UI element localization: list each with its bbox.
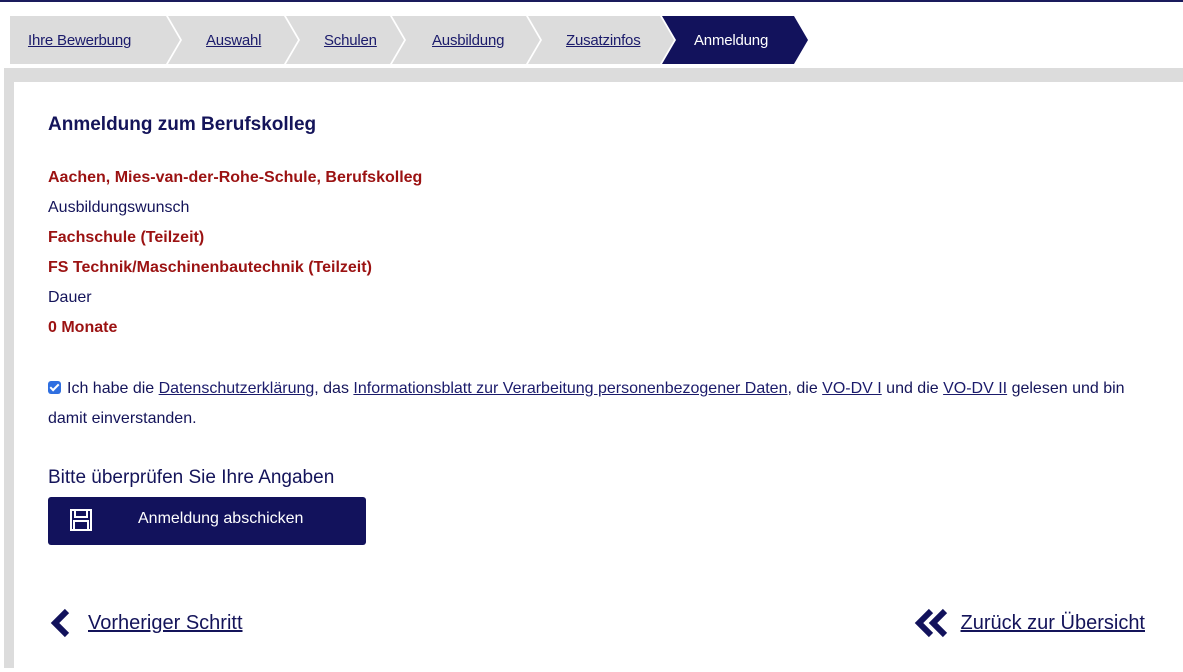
double-chevron-left-icon: [914, 608, 947, 638]
vo-dv-1-link[interactable]: VO-DV I: [822, 380, 882, 397]
consent-text-2: , das: [314, 380, 354, 397]
step-anmeldung-current: Anmeldung: [662, 16, 808, 64]
step-zusatzinfos[interactable]: Zusatzinfos: [528, 16, 674, 64]
info-sheet-link[interactable]: Informationsblatt zur Verarbeitung perso…: [353, 380, 787, 397]
top-border: [0, 0, 1183, 2]
registration-summary: Aachen, Mies-van-der-Rohe-Schule, Berufs…: [48, 163, 422, 343]
step-link-schulen[interactable]: Schulen: [324, 32, 377, 49]
step-link-ihre-bewerbung[interactable]: Ihre Bewerbung: [28, 32, 131, 49]
consent-text-1: Ich habe die: [67, 380, 159, 397]
training-wish-label: Ausbildungswunsch: [48, 199, 190, 216]
step-breadcrumb: Ihre Bewerbung Auswahl Schulen Ausbildun…: [10, 16, 808, 64]
step-schulen[interactable]: Schulen: [286, 16, 404, 64]
vo-dv-2-link[interactable]: VO-DV II: [943, 380, 1007, 397]
chevron-left-icon: [50, 608, 70, 638]
step-auswahl[interactable]: Auswahl: [168, 16, 298, 64]
consent-statement: Ich habe die Datenschutzerklärung, das I…: [48, 374, 1148, 434]
training-type: Fachschule (Teilzeit): [48, 229, 205, 246]
step-label-anmeldung: Anmeldung: [694, 31, 769, 49]
step-ihre-bewerbung[interactable]: Ihre Bewerbung: [10, 16, 180, 64]
step-link-auswahl[interactable]: Auswahl: [206, 32, 261, 49]
submit-button-label: Anmeldung abschicken: [138, 510, 304, 527]
page-title: Anmeldung zum Berufskolleg: [48, 114, 317, 135]
back-to-overview-link[interactable]: Zurück zur Übersicht: [961, 612, 1146, 635]
training-program: FS Technik/Maschinenbautechnik (Teilzeit…: [48, 259, 372, 276]
submit-registration-button[interactable]: Anmeldung abschicken: [48, 497, 366, 545]
previous-step-nav[interactable]: Vorheriger Schritt: [48, 608, 243, 638]
review-hint: Bitte überprüfen Sie Ihre Angaben: [48, 467, 335, 488]
consent-text-4: und die: [881, 380, 944, 397]
school-name: Aachen, Mies-van-der-Rohe-Schule, Berufs…: [48, 169, 423, 186]
step-link-ausbildung[interactable]: Ausbildung: [432, 32, 504, 49]
duration-value: 0 Monate: [48, 319, 118, 336]
back-to-overview-nav[interactable]: Zurück zur Übersicht: [913, 608, 1146, 638]
step-ausbildung[interactable]: Ausbildung: [392, 16, 540, 64]
save-disk-icon: [70, 509, 92, 531]
previous-step-link[interactable]: Vorheriger Schritt: [88, 612, 243, 635]
duration-label: Dauer: [48, 289, 92, 306]
step-link-zusatzinfos[interactable]: Zusatzinfos: [566, 32, 641, 49]
consent-text-3: , die: [787, 380, 823, 397]
consent-checkbox[interactable]: [48, 381, 61, 394]
panel-content: Anmeldung zum Berufskolleg: [48, 110, 1158, 140]
privacy-policy-link[interactable]: Datenschutzerklärung: [159, 380, 315, 397]
